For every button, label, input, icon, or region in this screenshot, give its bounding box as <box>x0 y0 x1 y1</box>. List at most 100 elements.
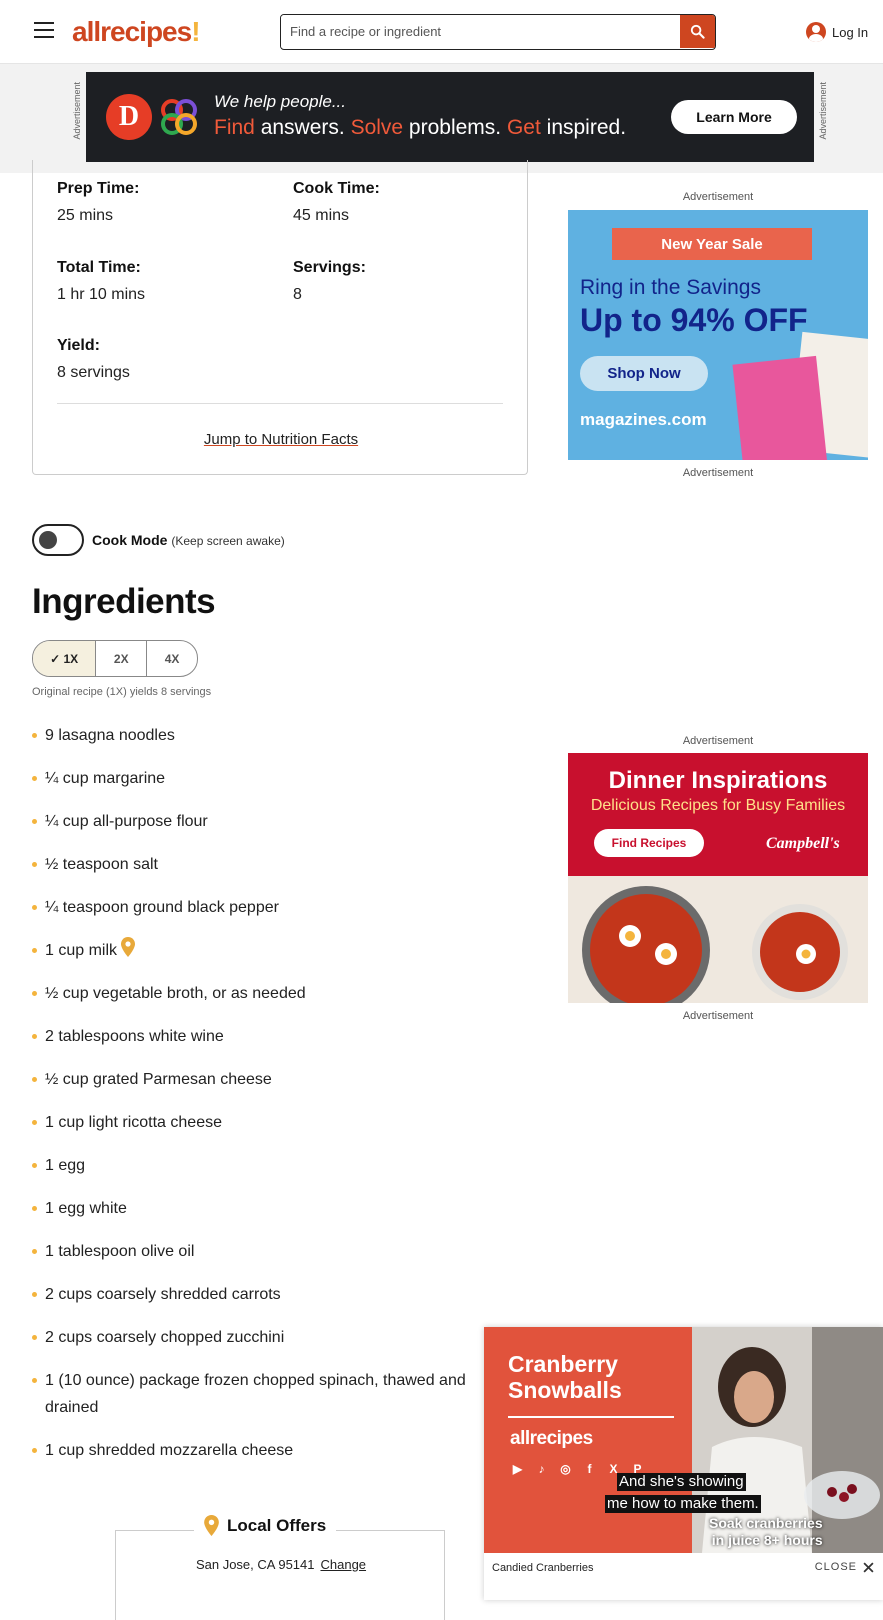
video-overlay-text: Soak cranberries in juice 8+ hours <box>709 1515 823 1549</box>
ingredient-item: 1 (10 ounce) package frozen chopped spin… <box>32 1367 492 1421</box>
now-playing-title: Candied Cranberries <box>492 1562 594 1574</box>
ad-ribbon: New Year Sale <box>612 228 812 260</box>
login-button[interactable]: Log In <box>806 22 868 42</box>
learn-more-button[interactable]: Learn More <box>671 100 797 134</box>
ad-tagline: Find answers. Solve problems. Get inspir… <box>214 116 627 139</box>
user-icon <box>806 22 826 42</box>
site-header: allrecipes! Log In <box>0 0 883 64</box>
scale-1x-button[interactable]: ✓ 1X <box>33 641 97 676</box>
search-button[interactable] <box>680 15 715 48</box>
knot-logo-icon <box>161 99 197 135</box>
servings-label: Servings: <box>293 259 366 276</box>
ad-brand: magazines.com <box>580 410 707 429</box>
location-pin-icon <box>204 1515 219 1536</box>
ad-offer: Up to 94% OFF <box>580 302 808 338</box>
logo-text: allrecipes <box>72 16 192 47</box>
recipe-details-card: Prep Time: 25 mins Cook Time: 45 mins To… <box>32 160 528 475</box>
ad-brand: Campbell's <box>766 835 840 852</box>
ad-tagline-small: We help people... <box>214 92 346 111</box>
food-image <box>568 876 868 1003</box>
site-logo[interactable]: allrecipes! <box>72 16 201 48</box>
total-time-value: 1 hr 10 mins <box>57 286 146 303</box>
close-label: CLOSE <box>814 1561 857 1573</box>
overlay-line: Soak cranberries <box>709 1515 823 1531</box>
ingredient-item: ½ cup vegetable broth, or as needed <box>32 980 492 1007</box>
login-label: Log In <box>832 24 869 40</box>
cook-time-label: Cook Time: <box>293 180 380 197</box>
close-video-button[interactable]: CLOSE <box>815 1561 874 1573</box>
search-input[interactable] <box>281 15 681 48</box>
yield-value: 8 servings <box>57 364 130 381</box>
video-brand-logo: allrecipes <box>510 1428 593 1449</box>
video-title: Cranberry Snowballs <box>508 1351 622 1403</box>
cook-mode-toggle[interactable] <box>32 524 84 556</box>
scale-2x-button[interactable]: 2X <box>96 641 148 676</box>
local-offers-card: Local Offers San Jose, CA 95141 Change <box>115 1515 445 1620</box>
overlay-line: in juice 8+ hours <box>711 1532 823 1548</box>
cook-mode-text: Cook Mode (Keep screen awake) <box>92 532 285 548</box>
ingredient-item: ½ cup grated Parmesan cheese <box>32 1066 492 1093</box>
ingredient-item: ¼ cup all-purpose flour <box>32 808 492 835</box>
tiktok-icon: ♪ <box>538 1461 545 1476</box>
ad-label: Advertisement <box>682 191 754 203</box>
ingredient-item: 9 lasagna noodles <box>32 722 492 749</box>
ad-subheadline: Delicious Recipes for Busy Families <box>590 797 846 814</box>
cook-mode-label: Cook Mode <box>92 532 168 548</box>
divider <box>57 403 503 404</box>
top-ad-region: Advertisement Advertisement D We help pe… <box>0 64 883 173</box>
find-recipes-button[interactable]: Find Recipes <box>594 829 704 857</box>
local-offers-title: Local Offers <box>194 1515 337 1536</box>
ad-headline: Dinner Inspirations <box>608 767 828 794</box>
scale-4x-button[interactable]: 4X <box>147 641 197 676</box>
change-location-link[interactable]: Change <box>320 1557 366 1572</box>
ingredient-item: 1 cup light ricotta cheese <box>32 1109 492 1136</box>
ingredients-heading: Ingredients <box>32 582 216 621</box>
ingredient-item: 2 tablespoons white wine <box>32 1023 492 1050</box>
ingredient-item: 1 egg <box>32 1152 492 1179</box>
ingredients-list: 9 lasagna noodles ¼ cup margarine ¼ cup … <box>32 722 492 1480</box>
servings-value: 8 <box>293 286 302 303</box>
campbells-ad[interactable]: Dinner Inspirations Delicious Recipes fo… <box>568 753 868 1003</box>
ad-side-label-left: Advertisement <box>72 82 82 140</box>
ad-label: Advertisement <box>682 735 754 747</box>
ingredient-item: 1 tablespoon olive oil <box>32 1238 492 1265</box>
yield-label: Yield: <box>57 337 100 354</box>
logo-spoon-icon: ! <box>191 16 200 47</box>
ingredient-item: ½ teaspoon salt <box>32 851 492 878</box>
ad-label: Advertisement <box>682 1010 754 1022</box>
yield-note: Original recipe (1X) yields 8 servings <box>32 686 212 698</box>
menu-icon[interactable] <box>34 22 54 38</box>
ingredient-item: 1 egg white <box>32 1195 492 1222</box>
prep-time-label: Prep Time: <box>57 180 140 197</box>
facebook-icon: f <box>587 1461 592 1476</box>
cook-mode-note: (Keep screen awake) <box>171 534 285 548</box>
floating-video-player[interactable]: Cranberry Snowballs allrecipes ▶ ♪ ◎ f X… <box>484 1327 883 1600</box>
search-icon <box>690 24 705 39</box>
prep-time-value: 25 mins <box>57 207 114 224</box>
ingredient-item: 2 cups coarsely shredded carrots <box>32 1281 492 1308</box>
video-caption-line: And she's showing <box>617 1473 746 1491</box>
location-text: San Jose, CA 95141 <box>195 1557 315 1572</box>
ad-side-label-right: Advertisement <box>818 82 828 140</box>
total-time-label: Total Time: <box>57 259 141 276</box>
location-pin-icon[interactable] <box>121 937 136 957</box>
shop-now-button[interactable]: Shop Now <box>580 356 708 391</box>
magazines-ad[interactable]: New Year Sale Ring in the Savings Up to … <box>568 210 868 460</box>
magazine-cover-image <box>732 355 828 460</box>
top-ad-banner[interactable]: D We help people... Find answers. Solve … <box>86 72 814 162</box>
servings-scale-selector: ✓ 1X 2X 4X <box>32 640 198 677</box>
ad-headline: Ring in the Savings <box>580 276 761 299</box>
ingredient-item: ¼ teaspoon ground black pepper <box>32 894 492 921</box>
divider <box>508 1416 674 1418</box>
video-info-bar: Candied Cranberries CLOSE <box>484 1553 883 1600</box>
video-caption-line: me how to make them. <box>605 1495 761 1513</box>
jump-to-nutrition-link[interactable]: Jump to Nutrition Facts <box>33 431 529 448</box>
instagram-icon: ◎ <box>560 1461 571 1476</box>
ingredient-item: 2 cups coarsely chopped zucchini <box>32 1324 492 1351</box>
ingredient-item: 1 cup shredded mozzarella cheese <box>32 1437 492 1464</box>
local-offers-title-text: Local Offers <box>227 1515 327 1535</box>
ingredient-text: 1 cup milk <box>45 942 118 959</box>
ingredient-item-milk: 1 cup milk <box>32 937 492 964</box>
cook-time-value: 45 mins <box>293 207 350 224</box>
search-bar <box>280 14 716 50</box>
